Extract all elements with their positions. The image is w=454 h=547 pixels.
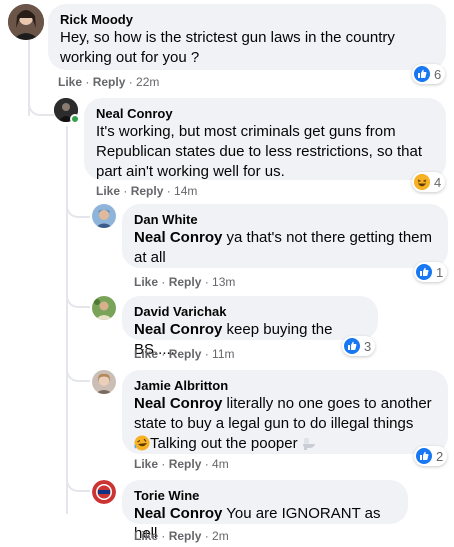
thread-connector (66, 364, 90, 382)
comment-actions: Like · Reply · 11m (134, 347, 235, 361)
like-button[interactable]: Like (134, 457, 158, 471)
reply-button[interactable]: Reply (169, 529, 202, 543)
timestamp[interactable]: 13m (212, 275, 235, 289)
like-icon (416, 264, 432, 280)
comment-text: Hey, so how is the strictest gun laws in… (60, 29, 395, 66)
user-photo-icon (8, 4, 44, 40)
reaction-count[interactable]: 6 (412, 64, 446, 84)
avatar[interactable] (92, 296, 116, 320)
comment-bubble: Rick Moody Hey, so how is the strictest … (48, 4, 446, 70)
comment-actions: Like · Reply · 2m (134, 529, 229, 543)
timestamp[interactable]: 2m (212, 529, 229, 543)
reply-button[interactable]: Reply (169, 275, 202, 289)
comment-actions: Like · Reply · 13m (134, 275, 236, 289)
thread-line-replies (66, 126, 68, 514)
reaction-count[interactable]: 2 (414, 446, 448, 466)
reaction-count[interactable]: 3 (342, 336, 376, 356)
team-logo-icon (92, 480, 116, 504)
avatar[interactable] (92, 370, 116, 394)
timestamp[interactable]: 14m (174, 184, 197, 198)
user-photo-icon (92, 204, 116, 228)
timestamp[interactable]: 22m (136, 75, 159, 89)
comment-actions: Like · Reply · 14m (96, 184, 198, 198)
like-icon (414, 66, 430, 82)
timestamp[interactable]: 4m (212, 457, 229, 471)
comment-text: It's working, but most criminals get gun… (96, 123, 423, 180)
comment-author[interactable]: Neal Conroy (96, 106, 434, 122)
like-button[interactable]: Like (134, 275, 158, 289)
avatar[interactable] (92, 204, 116, 228)
reply-button[interactable]: Reply (169, 457, 202, 471)
avatar[interactable] (8, 4, 44, 40)
timestamp[interactable]: 11m (212, 347, 234, 361)
user-mention-link[interactable]: Neal Conroy (134, 395, 222, 412)
comment-actions: Like · Reply · 22m (58, 75, 160, 89)
like-icon (344, 338, 360, 354)
avatar[interactable] (92, 480, 116, 504)
comment-author[interactable]: Rick Moody (60, 12, 434, 28)
reply-button[interactable]: Reply (93, 75, 126, 89)
like-button[interactable]: Like (96, 184, 120, 198)
haha-icon (414, 174, 430, 190)
comment-bubble: Dan White Neal Conroy ya that's not ther… (122, 204, 448, 268)
comment-author[interactable]: Dan White (134, 212, 436, 228)
thread-connector (66, 200, 90, 218)
like-button[interactable]: Like (58, 75, 82, 89)
comment-author[interactable]: Jamie Albritton (134, 378, 436, 394)
reply-button[interactable]: Reply (169, 347, 202, 361)
rofl-emoji-icon (134, 435, 150, 457)
thread-connector (28, 100, 54, 116)
thread-connector (66, 474, 90, 492)
comment-bubble: Jamie Albritton Neal Conroy literally no… (122, 370, 448, 454)
comment-author[interactable]: Torie Wine (134, 488, 396, 504)
user-photo-icon (92, 296, 116, 320)
reaction-count[interactable]: 1 (414, 262, 448, 282)
user-mention-link[interactable]: Neal Conroy (134, 505, 222, 522)
comment-bubble: David Varichak Neal Conroy keep buying t… (122, 296, 378, 358)
thread-connector (66, 290, 90, 308)
user-photo-icon (92, 370, 116, 394)
like-button[interactable]: Like (134, 347, 158, 361)
comment-bubble: Torie Wine Neal Conroy You are IGNORANT … (122, 480, 408, 542)
like-icon (416, 448, 432, 464)
toilet-emoji-icon (302, 437, 316, 457)
online-status-indicator (70, 114, 80, 124)
user-mention-link[interactable]: Neal Conroy (134, 229, 222, 246)
comment-bubble: Neal Conroy It's working, but most crimi… (84, 98, 446, 180)
comment-actions: Like · Reply · 4m (134, 457, 229, 471)
like-button[interactable]: Like (134, 529, 158, 543)
reaction-count[interactable]: 4 (412, 172, 446, 192)
comment-text: Neal Conroy literally no one goes to ano… (134, 394, 436, 457)
reply-button[interactable]: Reply (131, 184, 164, 198)
user-mention-link[interactable]: Neal Conroy (134, 321, 222, 338)
comment-text: Neal Conroy ya that's not there getting … (134, 229, 433, 266)
comment-author[interactable]: David Varichak (134, 304, 366, 320)
